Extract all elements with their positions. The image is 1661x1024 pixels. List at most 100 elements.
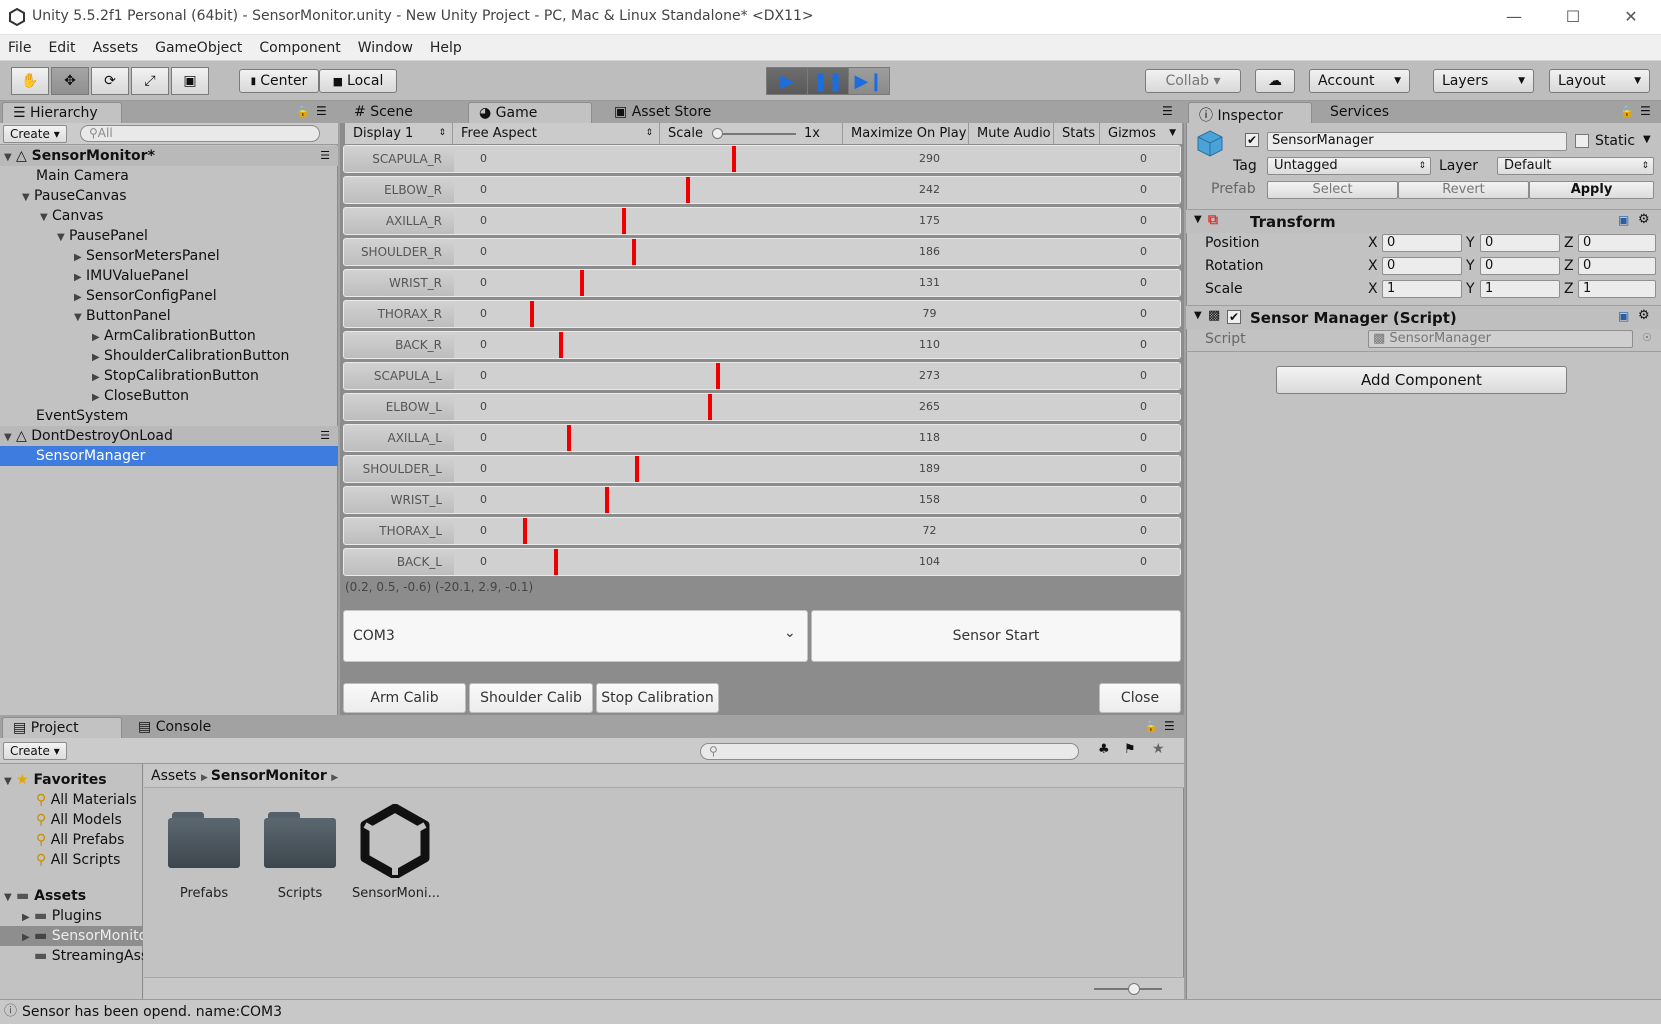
favorite-all-prefabs[interactable]: ⚲ All Prefabs bbox=[36, 830, 143, 850]
tab-game[interactable]: ◕ Game bbox=[468, 102, 592, 123]
script-component-header[interactable]: ▼ ▩ ✔ Sensor Manager (Script) ▣ ⚙ bbox=[1186, 305, 1661, 329]
help-book-icon[interactable]: ▣ bbox=[1618, 309, 1629, 323]
hierarchy-item-main-camera[interactable]: Main Camera bbox=[0, 166, 338, 186]
hierarchy-item-armcalibrationbutton[interactable]: ▶ ArmCalibrationButton bbox=[0, 326, 338, 346]
shoulder-calib-button[interactable]: Shoulder Calib bbox=[469, 683, 593, 713]
favorites-header[interactable]: ▼ ★ Favorites bbox=[4, 770, 143, 790]
step-button[interactable]: ▶❙ bbox=[848, 67, 890, 95]
favorite-all-materials[interactable]: ⚲ All Materials bbox=[36, 790, 143, 810]
play-button[interactable]: ▶ bbox=[766, 67, 808, 95]
hierarchy-item-eventsystem[interactable]: EventSystem bbox=[0, 406, 338, 426]
menu-gameobject[interactable]: GameObject bbox=[155, 40, 242, 56]
project-search-input[interactable]: ⚲ bbox=[700, 743, 1079, 760]
position-z-field[interactable]: 0 bbox=[1578, 234, 1656, 252]
hierarchy-item-closebutton[interactable]: ▶ CloseButton bbox=[0, 386, 338, 406]
project-create-button[interactable]: Create ▾ bbox=[3, 742, 67, 760]
menu-component[interactable]: Component bbox=[259, 40, 340, 56]
hand-tool-button[interactable]: ✋ bbox=[11, 67, 49, 95]
hierarchy-item-sensormanager[interactable]: SensorManager bbox=[0, 446, 338, 466]
scale-tool-button[interactable]: ⤢ bbox=[131, 67, 169, 95]
position-x-field[interactable]: 0 bbox=[1382, 234, 1462, 252]
lock-icon[interactable]: 🔒 bbox=[296, 105, 310, 118]
hierarchy-item-sensorconfigpanel[interactable]: ▶ SensorConfigPanel bbox=[0, 286, 338, 306]
layer-dropdown[interactable]: Default ⇕ bbox=[1497, 157, 1654, 175]
port-dropdown[interactable]: COM3 ⌄ bbox=[343, 610, 808, 662]
menu-help[interactable]: Help bbox=[430, 40, 462, 56]
object-picker-icon[interactable]: ☉ bbox=[1642, 331, 1652, 344]
scale-slider-thumb[interactable] bbox=[712, 128, 723, 139]
scale-slider[interactable]: Scale 1x bbox=[660, 123, 843, 144]
panel-menu-icon[interactable]: ☰ bbox=[1164, 719, 1175, 733]
add-component-button[interactable]: Add Component bbox=[1276, 366, 1567, 394]
asset-folder-scripts[interactable] bbox=[264, 810, 336, 868]
asset-folder-prefabs[interactable] bbox=[168, 810, 240, 868]
hierarchy-item-pausecanvas[interactable]: ▼ PauseCanvas bbox=[0, 186, 338, 206]
rotate-tool-button[interactable]: ⟳ bbox=[91, 67, 129, 95]
mute-audio-toggle[interactable]: Mute Audio bbox=[969, 123, 1054, 144]
folder-streamingassets[interactable]: ▬ StreamingAssets bbox=[34, 946, 143, 966]
hierarchy-item-canvas[interactable]: ▼ Canvas bbox=[0, 206, 338, 226]
active-checkbox[interactable]: ✔ bbox=[1245, 133, 1259, 147]
menu-file[interactable]: File bbox=[8, 40, 31, 56]
filter-label-icon[interactable]: ⚑ bbox=[1124, 742, 1136, 757]
layout-dropdown[interactable]: Layout ▼ bbox=[1549, 69, 1650, 93]
gear-icon[interactable]: ⚙ bbox=[1638, 308, 1650, 323]
maximize-button[interactable]: ☐ bbox=[1550, 4, 1596, 30]
rotation-x-field[interactable]: 0 bbox=[1382, 257, 1462, 275]
arm-calib-button[interactable]: Arm Calib bbox=[343, 683, 466, 713]
tab-services[interactable]: Services bbox=[1320, 102, 1420, 123]
account-dropdown[interactable]: Account ▼ bbox=[1309, 69, 1410, 93]
cloud-button[interactable]: ☁ bbox=[1255, 69, 1295, 93]
close-window-button[interactable]: ✕ bbox=[1608, 4, 1654, 30]
close-button[interactable]: Close bbox=[1099, 683, 1181, 713]
scale-x-field[interactable]: 1 bbox=[1382, 280, 1462, 298]
hierarchy-item-pausepanel[interactable]: ▼ PausePanel bbox=[0, 226, 338, 246]
star-icon[interactable]: ★ bbox=[1152, 741, 1165, 757]
prefab-apply-button[interactable]: Apply bbox=[1529, 181, 1654, 199]
tab-hierarchy[interactable]: ☰ Hierarchy bbox=[2, 102, 122, 123]
breadcrumb-assets[interactable]: Assets bbox=[151, 768, 197, 784]
tab-asset-store[interactable]: ▣ Asset Store bbox=[604, 102, 724, 123]
panel-menu-icon[interactable]: ☰ bbox=[1640, 104, 1651, 118]
rect-tool-button[interactable]: ▣ bbox=[171, 67, 209, 95]
hierarchy-item-buttonpanel[interactable]: ▼ ButtonPanel bbox=[0, 306, 338, 326]
gizmos-dropdown[interactable]: Gizmos ▼ bbox=[1100, 123, 1183, 144]
help-book-icon[interactable]: ▣ bbox=[1618, 213, 1629, 227]
lock-icon[interactable]: 🔒 bbox=[1144, 720, 1158, 733]
layers-dropdown[interactable]: Layers ▼ bbox=[1433, 69, 1534, 93]
display-dropdown[interactable]: Display 1 ⇕ bbox=[345, 123, 453, 144]
hierarchy-scene-dontdestroyonload[interactable]: ▼ △ DontDestroyOnLoad ☰ bbox=[0, 426, 338, 446]
sensor-start-button[interactable]: Sensor Start bbox=[811, 610, 1181, 662]
aspect-dropdown[interactable]: Free Aspect ⇕ bbox=[453, 123, 660, 144]
move-tool-button[interactable]: ✥ bbox=[51, 67, 89, 95]
scale-y-field[interactable]: 1 bbox=[1480, 280, 1560, 298]
object-name-field[interactable]: SensorManager bbox=[1267, 132, 1567, 151]
pivot-center-button[interactable]: ▮ Center bbox=[239, 69, 319, 93]
assets-header[interactable]: ▼ ▬ Assets bbox=[4, 886, 143, 906]
hierarchy-scene-sensormonitor[interactable]: ▼ △ SensorMonitor* ☰ bbox=[0, 146, 338, 166]
folder-plugins[interactable]: ▶ ▬ Plugins bbox=[22, 906, 143, 926]
prefab-revert-button[interactable]: Revert bbox=[1398, 181, 1529, 199]
static-checkbox[interactable] bbox=[1575, 134, 1589, 148]
rotation-y-field[interactable]: 0 bbox=[1480, 257, 1560, 275]
scene-menu-icon[interactable]: ☰ bbox=[320, 146, 330, 166]
menu-edit[interactable]: Edit bbox=[48, 40, 75, 56]
script-field[interactable]: ▩ SensorManager bbox=[1368, 330, 1633, 348]
tab-project[interactable]: ▤ Project bbox=[2, 717, 122, 738]
favorite-all-models[interactable]: ⚲ All Models bbox=[36, 810, 143, 830]
transform-component-header[interactable]: ▼ ⧉ Transform ▣ ⚙ bbox=[1186, 209, 1661, 233]
tab-console[interactable]: ▤ Console bbox=[128, 717, 248, 738]
icon-size-slider-thumb[interactable] bbox=[1128, 983, 1140, 995]
dropdown-arrow-icon[interactable]: ▼ bbox=[1643, 134, 1651, 145]
pivot-local-button[interactable]: ■ Local bbox=[319, 69, 397, 93]
maximize-on-play-toggle[interactable]: Maximize On Play bbox=[843, 123, 969, 144]
minimize-button[interactable]: — bbox=[1491, 4, 1537, 30]
tab-inspector[interactable]: ⓘ Inspector bbox=[1188, 102, 1312, 124]
folder-sensormonitor[interactable]: ▶ ▬ SensorMonitor bbox=[0, 926, 143, 946]
hierarchy-item-shouldercalibrationbutton[interactable]: ▶ ShoulderCalibrationButton bbox=[0, 346, 338, 366]
gear-icon[interactable]: ⚙ bbox=[1638, 212, 1650, 227]
tag-dropdown[interactable]: Untagged ⇕ bbox=[1267, 157, 1431, 175]
favorite-all-scripts[interactable]: ⚲ All Scripts bbox=[36, 850, 143, 870]
component-enabled-checkbox[interactable]: ✔ bbox=[1227, 310, 1241, 324]
pause-button[interactable]: ❚❚ bbox=[807, 67, 849, 95]
